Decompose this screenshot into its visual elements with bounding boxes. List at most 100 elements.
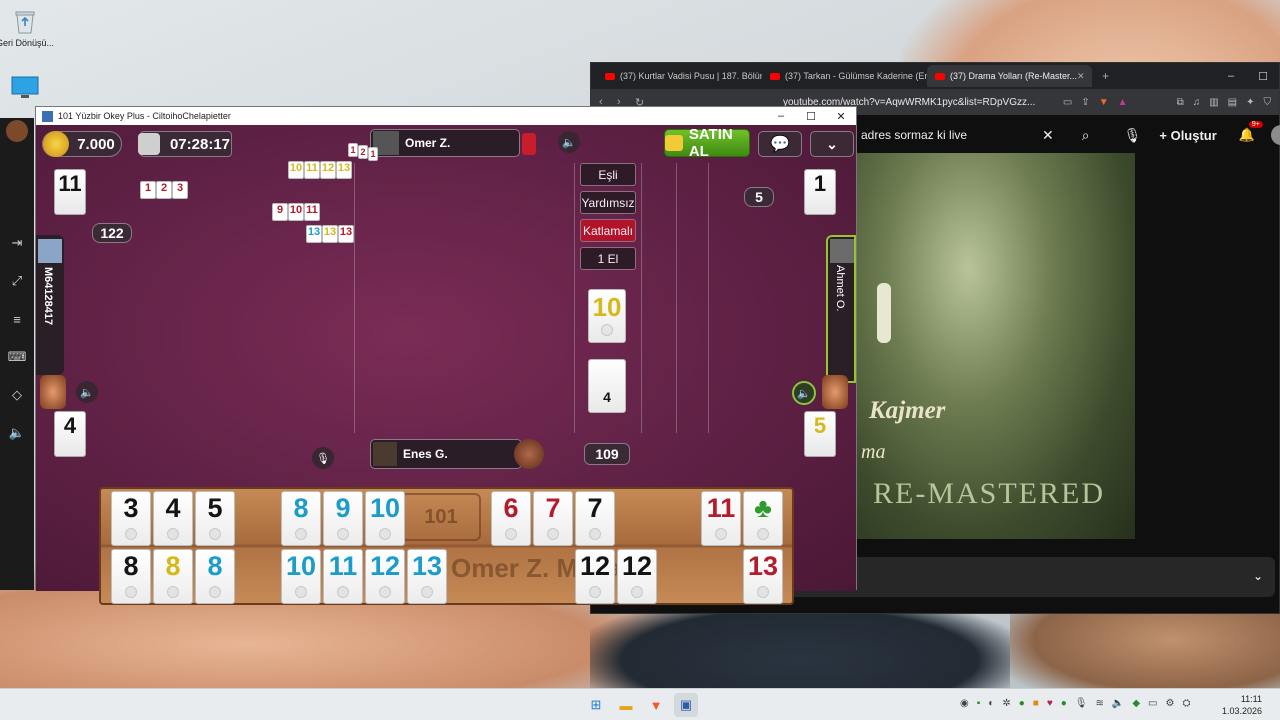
video-player[interactable]: Kajmer ma RE-MASTERED <box>857 153 1135 539</box>
maximize-icon[interactable]: ☐ <box>1247 70 1279 83</box>
share-icon[interactable]: ⇪ <box>1081 97 1089 108</box>
browser-tab-1[interactable]: (37) Kurtlar Vadisi Pusu | 187. Bölüm <box>597 65 762 87</box>
leo-icon[interactable]: ✦ <box>1246 97 1254 108</box>
rack-tile[interactable]: 10 <box>365 491 405 546</box>
chevron-down-icon: ⌄ <box>826 135 838 152</box>
close-icon[interactable]: ✕ <box>826 110 856 123</box>
dropdown-button[interactable]: ⌄ <box>810 131 854 157</box>
new-tab-icon[interactable]: + <box>1102 69 1109 83</box>
file-explorer-icon[interactable]: ▬ <box>614 693 638 717</box>
search-icon[interactable]: ⌕ <box>1082 127 1090 144</box>
vpn-icon[interactable]: ⛉ <box>1264 97 1272 108</box>
tag-icon[interactable]: ◇ <box>6 384 28 406</box>
brave-icon[interactable]: ▼ <box>644 693 668 717</box>
microphone-icon[interactable]: 🎙 <box>1075 698 1088 709</box>
tile-value: 5 <box>813 413 827 438</box>
right-player-character <box>822 375 848 409</box>
start-icon[interactable]: ⊞ <box>584 693 608 717</box>
dock-avatar[interactable] <box>6 120 28 142</box>
create-button[interactable]: + Oluştur <box>1159 128 1216 143</box>
login-icon[interactable]: ⇥ <box>6 232 28 254</box>
tray-icon[interactable]: ◉ <box>960 698 969 709</box>
search-input[interactable]: n adres sormaz ki live <box>851 128 967 142</box>
close-tab-icon[interactable]: ✕ <box>1077 71 1085 82</box>
rack-tile[interactable]: 6 <box>491 491 531 546</box>
meld-tile: 12 <box>320 161 336 179</box>
minimize-icon[interactable]: – <box>1215 70 1247 83</box>
microphone-icon[interactable]: 🎙 <box>1124 127 1142 144</box>
rack-tile[interactable]: 10 <box>281 549 321 604</box>
tray-icon[interactable]: ● <box>1019 698 1025 709</box>
rack-tile[interactable]: 11 <box>323 549 363 604</box>
rack-tile[interactable]: 5 <box>195 491 235 546</box>
recycle-bin[interactable]: Geri Dönüşü... <box>0 8 55 48</box>
taskbar-clock[interactable]: 11:11 1.03.2026 <box>1222 693 1262 717</box>
tray-icon[interactable]: ♥ <box>1047 698 1053 709</box>
top-speaker-icon[interactable]: 🔈 <box>558 131 580 153</box>
rack-tile[interactable]: 12 <box>365 549 405 604</box>
rack-tile[interactable]: ♣ <box>743 491 783 546</box>
tab-label: (37) Drama Yolları (Re-Master... <box>950 71 1078 81</box>
tray-icon[interactable]: ▪ <box>977 698 981 709</box>
mode-unassisted: Yardımsız <box>580 191 636 214</box>
wifi-icon[interactable]: ≋ <box>1096 698 1104 709</box>
browser-tab-3[interactable]: (37) Drama Yolları (Re-Master... ✕ <box>927 65 1092 87</box>
left-speaker-icon[interactable]: 🔈 <box>76 381 98 403</box>
rack-tile[interactable]: 7 <box>575 491 615 546</box>
rack-tile[interactable]: 8 <box>281 491 321 546</box>
buy-button[interactable]: SATIN AL <box>664 126 750 160</box>
tray-icon[interactable]: ■ <box>1033 698 1039 709</box>
chat-button[interactable]: 💬 <box>758 131 802 157</box>
rack-tile[interactable]: 3 <box>111 491 151 546</box>
music-icon[interactable]: ♫ <box>1193 97 1201 108</box>
rack-tile[interactable]: 8 <box>153 549 193 604</box>
desktop-monitor[interactable] <box>0 74 55 104</box>
draw-pile[interactable]: 4 <box>588 359 626 413</box>
right-speaker-icon[interactable]: 🔈 <box>792 381 816 405</box>
brave-shield-icon[interactable]: ▼ <box>1099 97 1109 108</box>
microphone-icon[interactable]: 🎙 <box>312 447 334 469</box>
browser-tab-2[interactable]: (37) Tarkan - Gülümse Kaderine (Ene... <box>762 65 927 87</box>
top-player-name: Omer Z. <box>405 136 451 150</box>
create-label: Oluştur <box>1170 127 1217 143</box>
wallet-icon[interactable]: ▤ <box>1228 97 1237 108</box>
tray-icon[interactable]: ◐ <box>988 698 994 709</box>
extensions-icon[interactable]: ⧉ <box>1177 97 1184 108</box>
left-bottom-tile: 4 <box>54 411 86 457</box>
rack-tile[interactable]: 13 <box>743 549 783 604</box>
minimize-icon[interactable]: – <box>766 110 796 123</box>
notifications-icon[interactable]: 🔔 9+ <box>1239 121 1263 143</box>
top-player-plate: Omer Z. <box>370 129 520 157</box>
rack-tile[interactable]: 13 <box>407 549 447 604</box>
rack-tile[interactable]: 4 <box>153 491 193 546</box>
rack-tile[interactable]: 8 <box>195 549 235 604</box>
sidebar-icon[interactable]: ▥ <box>1209 97 1218 108</box>
expand-icon[interactable]: ⤢ <box>6 270 28 292</box>
account-avatar[interactable] <box>1271 125 1280 145</box>
rewards-icon[interactable]: ▲ <box>1118 97 1128 108</box>
clear-search-icon[interactable]: ✕ <box>1042 127 1054 144</box>
screen-icon[interactable]: ▭ <box>1063 97 1072 108</box>
keyboard-icon[interactable]: ⌨ <box>6 346 28 368</box>
clock-date: 1.03.2026 <box>1221 706 1262 716</box>
wallpaper-figure-hair <box>1010 600 1280 700</box>
rack-tile[interactable]: 12 <box>575 549 615 604</box>
chevron-down-icon[interactable]: ⌄ <box>1253 569 1263 583</box>
battery-icon[interactable]: ▭ <box>1148 698 1157 709</box>
tray-icon[interactable]: ⛭ <box>1182 698 1190 709</box>
rack-tile[interactable]: 8 <box>111 549 151 604</box>
tray-icon[interactable]: ● <box>1061 698 1067 709</box>
tray-icon[interactable]: ◆ <box>1132 698 1140 709</box>
tile-dot <box>295 528 307 540</box>
rack-tile[interactable]: 12 <box>617 549 657 604</box>
okey-app-icon[interactable]: ▣ <box>674 693 698 717</box>
maximize-icon[interactable]: ☐ <box>796 110 826 123</box>
volume-icon[interactable]: 🔈 <box>1112 698 1124 709</box>
rack-tile[interactable]: 9 <box>323 491 363 546</box>
tray-icon[interactable]: ⚙ <box>1166 698 1175 709</box>
volume-icon[interactable]: 🔈 <box>6 422 28 444</box>
rack-tile[interactable]: 7 <box>533 491 573 546</box>
rack-tile[interactable]: 11 <box>701 491 741 546</box>
settings-sliders-icon[interactable]: ≡ <box>6 308 28 330</box>
tray-icon[interactable]: ✲ <box>1002 698 1010 709</box>
